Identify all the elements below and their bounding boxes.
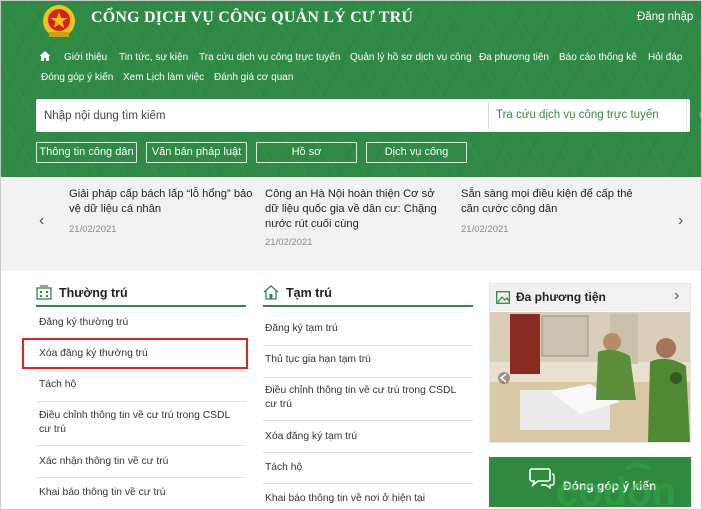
divider	[263, 420, 473, 421]
site-title[interactable]: CỔNG DỊCH VỤ CÔNG QUẢN LÝ CƯ TRÚ	[91, 9, 413, 27]
carousel-next-icon[interactable]: ›	[678, 212, 683, 230]
page: CỔNG DỊCH VỤ CÔNG QUẢN LÝ CƯ TRÚ Đăng nh…	[0, 0, 702, 510]
section-underline	[263, 305, 473, 307]
news-date: 21/02/2021	[69, 224, 117, 235]
login-link[interactable]: Đăng nhập	[637, 11, 693, 23]
search-bar: Tra cứu dịch vụ công trực tuyến	[36, 99, 701, 132]
national-emblem-icon	[43, 5, 75, 37]
search-divider	[488, 102, 489, 129]
nav-bao-cao[interactable]: Báo cáo thống kê	[559, 52, 637, 63]
house-icon	[263, 285, 279, 300]
nav-tra-cuu[interactable]: Tra cứu dịch vụ công trực tuyến	[199, 52, 340, 63]
divider	[36, 371, 246, 372]
nav-da-phuong-tien[interactable]: Đa phương tiện	[479, 52, 549, 63]
divider	[263, 483, 473, 484]
public-service-button[interactable]: Dịch vụ công	[366, 142, 467, 163]
list-item[interactable]: Tách hộ	[39, 378, 239, 392]
media-header[interactable]: Đa phương tiện ›	[490, 284, 690, 311]
records-button[interactable]: Hồ sơ	[256, 142, 357, 163]
media-title: Đa phương tiện	[516, 290, 606, 304]
chevron-right-icon[interactable]: ›	[674, 287, 679, 305]
list-item[interactable]: Khai báo thông tin về cư trú	[39, 486, 239, 500]
divider	[36, 401, 246, 402]
list-item[interactable]: Đăng ký thường trú	[39, 316, 239, 330]
divider	[36, 445, 246, 446]
legal-docs-button[interactable]: Văn bản pháp luật	[146, 142, 247, 163]
section-heading-temporary: Tạm trú	[286, 286, 332, 300]
divider	[263, 345, 473, 346]
media-panel: Đa phương tiện ›	[489, 283, 691, 443]
nav-tin-tuc[interactable]: Tin tức, sự kiện	[119, 52, 188, 63]
list-item[interactable]: Xóa đăng ký tạm trú	[265, 430, 465, 444]
media-photo[interactable]	[490, 312, 690, 442]
list-item[interactable]: Khai báo thông tin về nơi ở hiện tại	[265, 492, 465, 506]
section-heading-permanent: Thường trú	[59, 286, 128, 300]
nav-gioi-thieu[interactable]: Giới thiệu	[64, 52, 107, 63]
home-icon[interactable]	[39, 50, 51, 62]
svg-text:codon: codon	[556, 470, 676, 509]
list-item[interactable]: Đăng ký tạm trú	[265, 322, 465, 336]
officers-photo-icon	[490, 312, 690, 442]
news-date: 21/02/2021	[461, 224, 509, 235]
nav-lich-lam-viec[interactable]: Xem Lịch làm việc	[123, 72, 204, 83]
building-icon	[36, 285, 52, 300]
list-item[interactable]: Điều chỉnh thông tin về cư trú trong CSD…	[265, 384, 465, 412]
divider	[36, 477, 246, 478]
list-item[interactable]: Xác nhận thông tin về cư trú	[39, 455, 239, 469]
nav-quan-ly-ho-so[interactable]: Quản lý hồ sơ dịch vụ công	[350, 52, 472, 63]
service-lookup-dropdown[interactable]: Tra cứu dịch vụ công trực tuyến	[496, 109, 659, 121]
highlight-box	[22, 338, 248, 369]
watermark-logo-icon: codon	[556, 463, 676, 509]
chat-bubble-icon	[529, 468, 555, 489]
list-item[interactable]: Điều chỉnh thông tin về cư trú trong CSD…	[39, 409, 239, 437]
nav-dong-gop[interactable]: Đóng góp ý kiến	[41, 72, 113, 83]
section-underline	[36, 305, 246, 307]
news-date: 21/02/2021	[265, 237, 313, 248]
news-title[interactable]: Sẵn sàng mọi điều kiện để cấp thẻ căn cư…	[461, 187, 646, 217]
list-item[interactable]: Thủ tục gia hạn tạm trú	[265, 353, 465, 367]
news-title[interactable]: Công an Hà Nội hoàn thiện Cơ sở dữ liệu …	[265, 187, 450, 232]
list-item[interactable]: Tách hộ	[265, 461, 465, 475]
image-icon	[496, 291, 510, 304]
citizen-info-button[interactable]: Thông tin công dân	[36, 142, 137, 163]
nav-danh-gia[interactable]: Đánh giá cơ quan	[214, 72, 293, 83]
news-title[interactable]: Giải pháp cấp bách lấp “lỗ hổng” bảo vệ …	[69, 187, 254, 217]
divider	[263, 377, 473, 378]
search-icon	[699, 111, 701, 119]
search-button[interactable]	[686, 99, 701, 132]
search-input[interactable]	[36, 99, 488, 132]
nav-hoi-dap[interactable]: Hỏi đáp	[648, 52, 682, 63]
carousel-prev-icon[interactable]: ‹	[39, 212, 44, 230]
divider	[263, 452, 473, 453]
